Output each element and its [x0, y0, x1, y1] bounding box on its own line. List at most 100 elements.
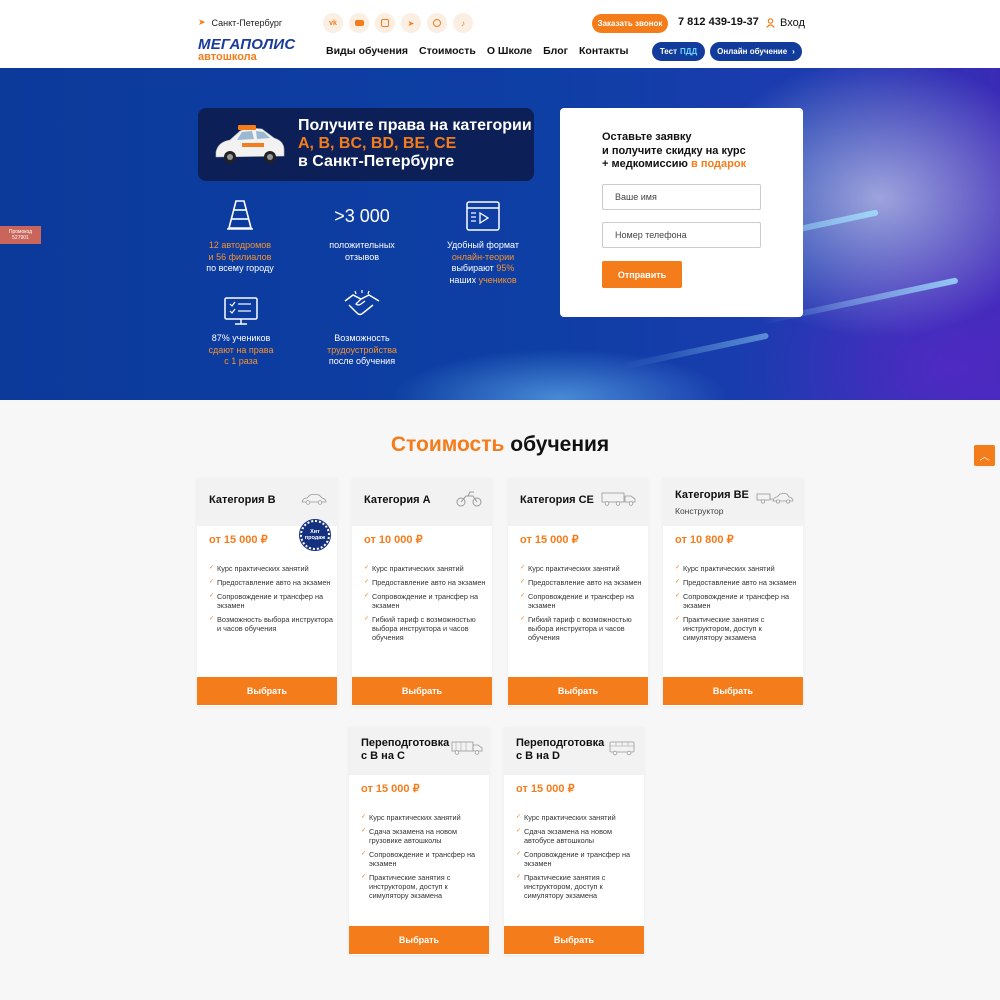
checklist-monitor-icon	[224, 297, 258, 325]
card-feature: Практические занятия с инструктором, дос…	[361, 873, 485, 900]
pdd-test-accent: ПДД	[680, 47, 698, 56]
promo-code-tab[interactable]: Промокод 527901	[0, 226, 41, 244]
pricing-card-retrain-d: Переподготовка с B на D от 15 000 ₽ Курс…	[504, 727, 644, 955]
card-price: от 15 000 ₽	[520, 534, 579, 546]
telegram-icon[interactable]: ➤	[401, 13, 421, 33]
card-price: от 15 000 ₽	[516, 783, 575, 795]
pdd-test-label: Тест	[659, 47, 678, 56]
select-button[interactable]: Выбрать	[352, 677, 492, 705]
logo-name: МЕГАПОЛИС	[198, 36, 296, 53]
card-feature: Предоставление авто на экзамен	[209, 578, 333, 587]
motorcycle-icon	[456, 491, 482, 507]
card-feature: Сопровождение и трансфер на экзамен	[520, 592, 644, 610]
feature-online-line1: Удобный формат	[447, 240, 519, 250]
card-title: Категория BE	[675, 489, 749, 501]
phone-number[interactable]: 7 812 439-19-37	[678, 16, 759, 28]
card-title: Категория CE	[520, 494, 594, 506]
card-feature-list: Курс практических занятий Предоставление…	[520, 564, 644, 647]
truck-trailer-icon	[601, 492, 636, 506]
card-title-line2: с B на D	[516, 750, 560, 762]
scroll-to-top-button[interactable]: ︿	[974, 445, 995, 466]
instagram-icon[interactable]	[375, 13, 395, 33]
pricing-title-rest: обучения	[510, 433, 610, 456]
card-price: от 15 000 ₽	[361, 783, 420, 795]
select-button[interactable]: Выбрать	[663, 677, 803, 705]
phone-input[interactable]: Номер телефона	[602, 222, 761, 248]
site-header: ➤ Санкт-Петербург vk ➤ ♪ Заказать звонок…	[0, 0, 1000, 68]
traffic-cone-icon	[227, 200, 253, 230]
card-feature-list: Курс практических занятий Предоставление…	[364, 564, 488, 647]
login-label: Вход	[780, 17, 805, 29]
feature-online-theory: Удобный формат онлайн-теории выбирают 95…	[428, 240, 538, 286]
callback-button[interactable]: Заказать звонок	[592, 14, 668, 33]
select-button[interactable]: Выбрать	[504, 926, 644, 954]
card-feature: Практические занятия с инструктором, дос…	[516, 873, 640, 900]
social-links: vk ➤ ♪	[323, 13, 473, 33]
card-title-line1: Переподготовка	[516, 737, 605, 749]
card-title: Категория A	[364, 494, 431, 506]
card-feature: Практические занятия с инструктором, дос…	[675, 615, 799, 642]
nav-item-about[interactable]: О Школе	[487, 45, 532, 57]
card-feature: Курс практических занятий	[675, 564, 799, 573]
pdd-test-button[interactable]: Тест ПДД	[652, 42, 705, 61]
submit-button[interactable]: Отправить	[602, 261, 682, 288]
city-label: Санкт-Петербург	[211, 17, 283, 28]
card-feature: Сопровождение и трансфер на экзамен	[209, 592, 333, 610]
chevron-right-icon: ›	[792, 47, 795, 56]
card-title: Категория B	[209, 494, 276, 506]
card-price: от 10 800 ₽	[675, 534, 734, 546]
card-feature: Курс практических занятий	[516, 813, 640, 822]
car-icon	[301, 494, 327, 505]
hero-title-categories: A, B, BC, BD, BE, CE	[298, 135, 457, 152]
feature-online-line3b: 95%	[496, 263, 515, 273]
driving-school-car-icon	[215, 125, 285, 163]
pricing-card-ce: Категория CE от 15 000 ₽ Курс практическ…	[508, 478, 648, 706]
pricing-card-retrain-c: Переподготовка с B на C от 15 000 ₽ Курс…	[349, 727, 489, 955]
vk-icon[interactable]: vk	[323, 13, 343, 33]
chevron-up-icon: ︿	[979, 452, 990, 463]
online-learning-label: Онлайн обучение	[717, 47, 788, 56]
card-title: Переподготовка с B на C	[361, 737, 449, 763]
online-learning-button[interactable]: Онлайн обучение ›	[710, 42, 802, 61]
card-feature: Сопровождение и трансфер на экзамен	[361, 850, 485, 868]
select-button[interactable]: Выбрать	[197, 677, 337, 705]
city-selector[interactable]: ➤ Санкт-Петербург	[198, 17, 282, 28]
feature-reviews-line1: положительных	[329, 240, 395, 250]
nav-item-pricing[interactable]: Стоимость	[419, 45, 476, 57]
handshake-icon	[344, 290, 380, 316]
select-button[interactable]: Выбрать	[508, 677, 648, 705]
card-feature: Курс практических занятий	[209, 564, 333, 573]
card-feature: Предоставление авто на экзамен	[675, 578, 799, 587]
select-button[interactable]: Выбрать	[349, 926, 489, 954]
nav-item-courses[interactable]: Виды обучения	[326, 45, 408, 57]
feature-employment-line2: трудоустройства	[327, 344, 397, 355]
login-link[interactable]: Вход	[766, 17, 805, 29]
feature-autodromes-line2: и 56 филиалов	[208, 251, 272, 262]
card-feature: Возможность выбора инструктора и часов о…	[209, 615, 333, 633]
card-feature: Предоставление авто на экзамен	[520, 578, 644, 587]
feature-online-line3a: выбирают	[451, 263, 494, 273]
form-title-gift: в подарок	[691, 158, 747, 170]
feature-autodromes-line1: 12 автодромов	[208, 240, 272, 250]
form-title-line1: Оставьте заявку	[602, 131, 692, 143]
whatsapp-icon[interactable]	[427, 13, 447, 33]
feature-pass-line3: с 1 раза	[224, 356, 258, 366]
tiktok-icon[interactable]: ♪	[453, 13, 473, 33]
card-feature-list: Курс практических занятий Предоставление…	[209, 564, 333, 638]
feature-reviews-number: >3 000	[334, 206, 390, 226]
name-input[interactable]: Ваше имя	[602, 184, 761, 210]
hero-title-line1: Получите права на категории	[298, 117, 532, 134]
card-feature-list: Курс практических занятий Сдача экзамена…	[361, 813, 485, 905]
nav-item-contacts[interactable]: Контакты	[579, 45, 629, 57]
hero-title: Получите права на категории A, B, BC, BD…	[298, 117, 532, 171]
youtube-icon[interactable]	[349, 13, 369, 33]
site-logo[interactable]: МЕГАПОЛИС автошкола	[198, 36, 296, 63]
lead-form-title: Оставьте заявку и получите скидку на кур…	[602, 131, 746, 172]
card-feature-list: Курс практических занятий Предоставление…	[675, 564, 799, 647]
feature-reviews: положительных отзывов	[307, 240, 417, 263]
feature-employment-line3: после обучения	[328, 356, 396, 366]
feature-pass-line1: 87% учеников	[211, 333, 271, 343]
nav-item-blog[interactable]: Блог	[543, 45, 568, 57]
card-feature: Предоставление авто на экзамен	[364, 578, 488, 587]
card-feature: Сдача экзамена на новом грузовике автошк…	[361, 827, 485, 845]
